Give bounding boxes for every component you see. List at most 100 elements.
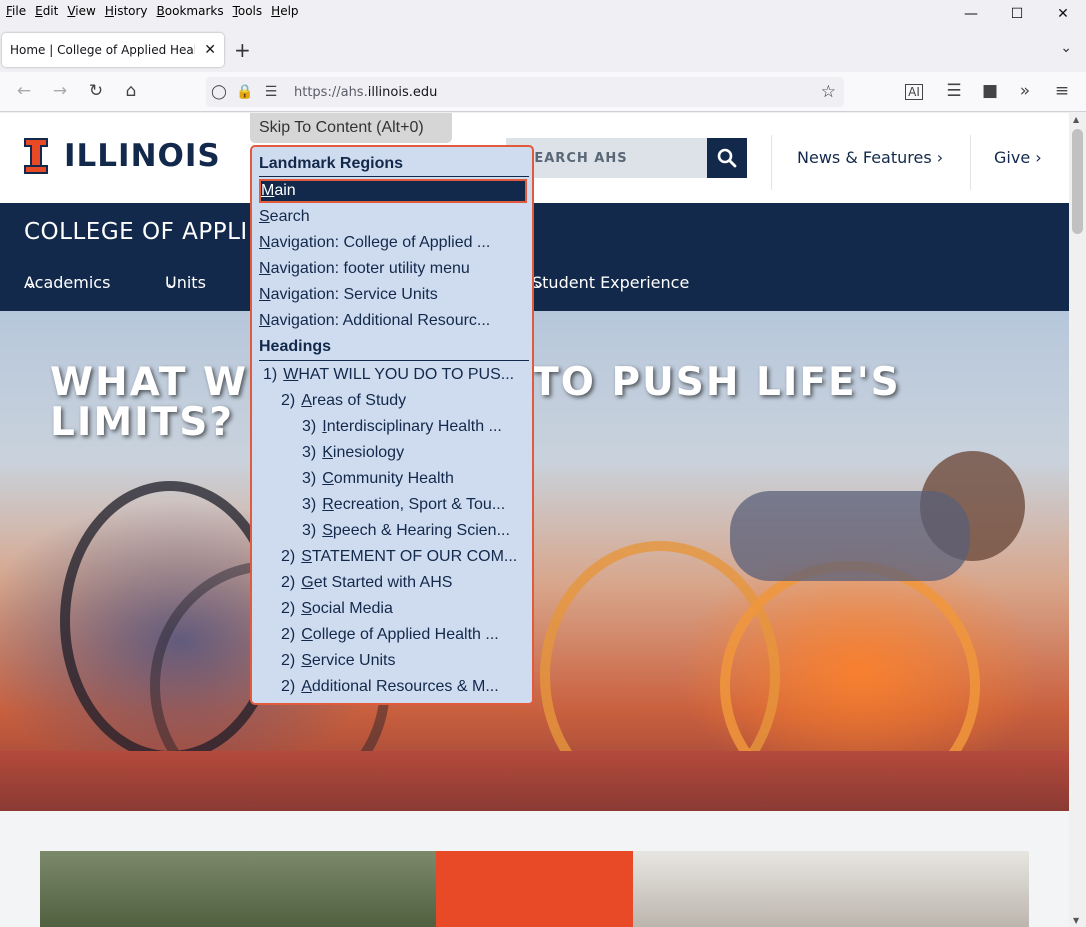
permissions-icon[interactable]: ☰: [258, 84, 284, 100]
block-i-icon: [24, 138, 48, 174]
heading-item-label: Speech & Hearing Scien...: [322, 522, 510, 539]
landmark-item[interactable]: Navigation: College of Applied ...: [259, 231, 527, 255]
site-header: ILLINOIS SEARCH AHS News & Features › Gi…: [0, 113, 1069, 203]
heading-level: 3): [302, 522, 317, 539]
menu-file[interactable]: File: [6, 4, 26, 18]
heading-item[interactable]: 2) STATEMENT OF OUR COM...: [259, 545, 527, 569]
heading-level: 2): [281, 652, 296, 669]
heading-level: 2): [281, 678, 296, 695]
heading-item-label: WHAT WILL YOU DO TO PUS...: [283, 366, 515, 383]
maximize-icon[interactable]: ☐: [994, 0, 1040, 28]
heading-level: 2): [281, 574, 296, 591]
hamburger-menu-icon[interactable]: ≡: [1050, 81, 1074, 101]
heading-level: 2): [281, 392, 296, 409]
heading-level: 1): [263, 366, 278, 383]
running-track: [0, 751, 1069, 811]
tracking-shield-icon[interactable]: ◯: [206, 84, 232, 100]
heading-item[interactable]: 3) Recreation, Sport & Tou...: [259, 493, 527, 517]
heading-level: 3): [302, 470, 317, 487]
heading-item[interactable]: 1) WHAT WILL YOU DO TO PUS...: [259, 363, 527, 387]
minimize-icon[interactable]: —: [948, 0, 994, 28]
scroll-up-icon[interactable]: ▲: [1073, 115, 1079, 124]
heading-level: 2): [281, 600, 296, 617]
menu-bar: File Edit View History Bookmarks Tools H…: [0, 0, 1086, 22]
site-search-input[interactable]: SEARCH AHS: [506, 138, 708, 178]
heading-item[interactable]: 2) Areas of Study: [259, 389, 527, 413]
list-tabs-chevron-icon[interactable]: ⌄: [1060, 40, 1072, 56]
landmark-item-label: Search: [259, 208, 310, 225]
heading-item-label: Additional Resources & M...: [301, 678, 499, 695]
heading-item-label: Service Units: [301, 652, 396, 669]
heading-item-label: Kinesiology: [322, 444, 405, 461]
group-divider: [259, 176, 529, 177]
scroll-down-icon[interactable]: ▼: [1073, 916, 1079, 925]
feature-card-orange[interactable]: [436, 851, 633, 927]
reload-icon[interactable]: ↻: [84, 81, 108, 101]
heading-item[interactable]: 2) Get Started with AHS: [259, 571, 527, 595]
search-icon: [717, 148, 737, 168]
overflow-chevron-icon[interactable]: »: [1013, 81, 1037, 101]
sync-extension-icon[interactable]: ☰: [942, 81, 966, 101]
tab-strip: Home | College of Applied Health Science…: [0, 30, 1086, 70]
scrollbar-thumb[interactable]: [1072, 129, 1083, 234]
heading-item[interactable]: 3) Kinesiology: [259, 441, 527, 465]
tab-close-icon[interactable]: ✕: [204, 42, 216, 58]
new-tab-icon[interactable]: +: [234, 38, 251, 62]
heading-item-label: Areas of Study: [301, 392, 407, 409]
window-controls: — ☐ ✕: [948, 0, 1086, 28]
bookmark-star-icon[interactable]: ☆: [821, 82, 836, 102]
feature-card-image[interactable]: [633, 851, 1029, 927]
heading-item[interactable]: 2) College of Applied Health ...: [259, 623, 527, 647]
heading-item[interactable]: 3) Community Health: [259, 467, 527, 491]
heading-item-label: STATEMENT OF OUR COM...: [301, 548, 518, 565]
skip-to-menu: Landmark Regions Main Search Navigation: C…: [250, 145, 534, 705]
site-search-button[interactable]: [707, 138, 747, 178]
close-window-icon[interactable]: ✕: [1040, 0, 1086, 28]
ai-extension-icon[interactable]: AI: [905, 84, 923, 100]
landmark-item-label: Navigation: Additional Resourc...: [259, 312, 491, 329]
extensions-puzzle-icon[interactable]: ■: [978, 81, 1002, 101]
illinois-logo[interactable]: ILLINOIS: [24, 138, 221, 174]
home-icon[interactable]: ⌂: [119, 81, 143, 101]
heading-item[interactable]: 3) Speech & Hearing Scien...: [259, 519, 527, 543]
feature-card-image[interactable]: [40, 851, 436, 927]
give-link[interactable]: Give ›: [994, 148, 1042, 167]
heading-item[interactable]: 3) Interdisciplinary Health ...: [259, 415, 527, 439]
menu-bookmarks[interactable]: Bookmarks: [157, 4, 224, 18]
headings-group-heading: Headings: [259, 338, 332, 355]
heading-item-label: College of Applied Health ...: [301, 626, 499, 643]
heading-item[interactable]: 2) Service Units: [259, 649, 527, 673]
heading-item-label: Social Media: [301, 600, 393, 617]
url-text: https://ahs.illinois.edu: [294, 84, 438, 100]
landmark-item[interactable]: Main: [259, 179, 527, 203]
menu-tools[interactable]: Tools: [233, 4, 263, 18]
news-features-link[interactable]: News & Features ›: [797, 148, 943, 167]
menu-history[interactable]: History: [105, 4, 148, 18]
nav-academics[interactable]: Academics ⌄: [24, 273, 110, 292]
landmark-item[interactable]: Navigation: Additional Resourc...: [259, 309, 527, 333]
landmark-item[interactable]: Navigation: footer utility menu: [259, 257, 527, 281]
heading-item[interactable]: 2) Additional Resources & M...: [259, 675, 527, 699]
page-scrollbar[interactable]: ▲ ▼: [1069, 113, 1086, 927]
navigation-toolbar: ← → ↻ ⌂ ◯ 🔒 ☰ https://ahs.illinois.edu ☆…: [0, 72, 1086, 112]
heading-item-label: Get Started with AHS: [301, 574, 453, 591]
menu-view[interactable]: View: [67, 4, 95, 18]
heading-item-label: Community Health: [322, 470, 454, 487]
menu-help[interactable]: Help: [271, 4, 298, 18]
skip-to-content-button[interactable]: Skip To Content (Alt+0): [250, 113, 452, 143]
url-bar[interactable]: ◯ 🔒 ☰ https://ahs.illinois.edu ☆: [206, 77, 844, 107]
landmark-item[interactable]: Navigation: Service Units: [259, 283, 527, 307]
nav-units[interactable]: Units ⌄: [165, 273, 206, 292]
heading-level: 3): [302, 444, 317, 461]
forward-arrow-icon[interactable]: →: [48, 81, 72, 101]
tab-home[interactable]: Home | College of Applied Health Science…: [2, 33, 224, 67]
landmark-item[interactable]: Search: [259, 205, 527, 229]
menu-edit[interactable]: Edit: [35, 4, 58, 18]
tab-title: Home | College of Applied Health Science…: [10, 43, 195, 57]
back-arrow-icon[interactable]: ←: [12, 81, 36, 101]
lock-icon[interactable]: 🔒: [232, 84, 258, 100]
hero-image: WHAT WILL YOU DO TO PUSH LIFE'S LIMITS?: [0, 311, 1069, 811]
heading-item[interactable]: 2) Social Media: [259, 597, 527, 621]
landmark-item-label: Navigation: Service Units: [259, 286, 438, 303]
nav-student-experience[interactable]: Student Experience ⌄: [532, 273, 689, 292]
